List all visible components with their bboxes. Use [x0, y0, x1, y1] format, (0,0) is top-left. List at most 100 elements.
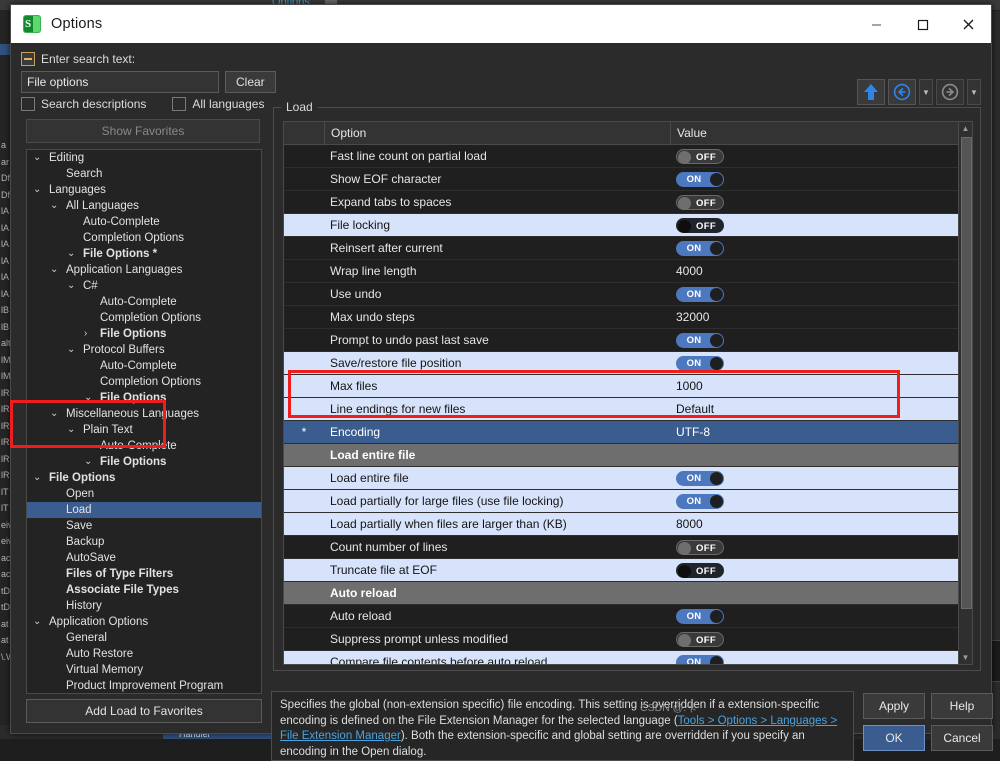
scroll-down-icon[interactable]: ▼ [959, 651, 972, 664]
chevron-down-icon[interactable]: ⌄ [33, 182, 41, 198]
option-value[interactable]: 8000 [670, 517, 972, 531]
table-row[interactable]: Show EOF character ON [284, 168, 972, 191]
ok-button[interactable]: OK [863, 725, 925, 751]
tree-item-editing[interactable]: ⌄ Editing [27, 150, 261, 166]
table-row[interactable]: Load entire file ON [284, 467, 972, 490]
chevron-down-icon[interactable]: ⌄ [67, 342, 75, 358]
table-row[interactable]: Wrap line length 4000 [284, 260, 972, 283]
chevron-down-icon[interactable]: ⌄ [84, 390, 92, 406]
table-row[interactable]: Auto reload [284, 582, 972, 605]
table-row[interactable]: Prompt to undo past last save ON [284, 329, 972, 352]
tree-item-file-options[interactable]: ⌄ File Options * [27, 246, 261, 262]
chevron-right-icon[interactable]: › [84, 326, 87, 342]
tree-item-file-options[interactable]: ⌄ File Options [27, 470, 261, 486]
options-table[interactable]: Option Value Fast line count on partial … [283, 121, 973, 665]
tree-item-completion-options[interactable]: Completion Options [27, 310, 261, 326]
table-row[interactable]: Load partially when files are larger tha… [284, 513, 972, 536]
option-value[interactable]: 1000 [670, 379, 972, 393]
tree-item-autosave[interactable]: AutoSave [27, 550, 261, 566]
tree-item-open[interactable]: Open [27, 486, 261, 502]
table-row[interactable]: Expand tabs to spaces OFF [284, 191, 972, 214]
tree-item-associate-file-types[interactable]: Associate File Types [27, 582, 261, 598]
tree-item-auto-restore[interactable]: Auto Restore [27, 646, 261, 662]
chevron-down-icon[interactable]: ⌄ [84, 454, 92, 470]
table-row[interactable]: File locking OFF [284, 214, 972, 237]
scrollbar-thumb[interactable] [961, 137, 972, 609]
option-value[interactable]: ON [670, 654, 972, 664]
forward-dropdown-chevron-down-icon[interactable]: ▼ [967, 79, 981, 105]
tree-item-file-options[interactable]: ⌄ File Options [27, 454, 261, 470]
up-arrow-icon[interactable] [857, 79, 885, 105]
table-row[interactable]: Load entire file [284, 444, 972, 467]
table-vertical-scrollbar[interactable]: ▲ ▼ [958, 122, 972, 664]
table-row[interactable]: Count number of lines OFF [284, 536, 972, 559]
minimize-icon[interactable] [853, 5, 899, 43]
tree-item-virtual-memory[interactable]: Virtual Memory [27, 662, 261, 678]
table-row[interactable]: Suppress prompt unless modified OFF [284, 628, 972, 651]
back-arrow-icon[interactable] [888, 79, 916, 105]
chevron-down-icon[interactable]: ⌄ [33, 614, 41, 630]
tree-item-general[interactable]: General [27, 630, 261, 646]
option-value[interactable]: ON [670, 286, 972, 302]
column-header-option[interactable]: Option [325, 122, 671, 144]
tree-item-history[interactable]: History [27, 598, 261, 614]
toggle-switch[interactable]: ON [676, 171, 724, 187]
close-icon[interactable] [945, 5, 991, 43]
table-row[interactable]: Reinsert after current ON [284, 237, 972, 260]
options-tree[interactable]: ⌄ Editing Search ⌄ Languages ⌄ All Languages Au… [26, 149, 262, 694]
collapse-icon[interactable] [21, 52, 35, 66]
tree-item-save[interactable]: Save [27, 518, 261, 534]
help-button[interactable]: Help [931, 693, 993, 719]
tree-item-auto-complete[interactable]: Auto-Complete [27, 358, 261, 374]
tree-item-protocol-buffers[interactable]: ⌄ Protocol Buffers [27, 342, 261, 358]
column-header-value[interactable]: Value [671, 122, 972, 144]
tree-item-product-improvement-program[interactable]: Product Improvement Program [27, 678, 261, 693]
toggle-switch[interactable]: ON [676, 608, 724, 624]
toggle-switch[interactable]: ON [676, 470, 724, 486]
option-value[interactable]: ON [670, 332, 972, 348]
search-input[interactable] [21, 71, 219, 93]
option-value[interactable]: 32000 [670, 310, 972, 324]
tree-item-application-options[interactable]: ⌄ Application Options [27, 614, 261, 630]
tree-item-miscellaneous-languages[interactable]: ⌄ Miscellaneous Languages [27, 406, 261, 422]
table-row[interactable]: * Encoding UTF-8 [284, 421, 972, 444]
option-value[interactable]: ON [670, 355, 972, 371]
all-languages-checkbox[interactable] [172, 97, 187, 111]
option-value[interactable]: ON [670, 240, 972, 256]
option-value[interactable]: OFF [670, 631, 972, 647]
option-value[interactable]: Default [670, 402, 972, 416]
table-row[interactable]: Max undo steps 32000 [284, 306, 972, 329]
chevron-down-icon[interactable]: ⌄ [33, 470, 41, 486]
chevron-down-icon[interactable]: ⌄ [50, 262, 58, 278]
forward-arrow-icon[interactable] [936, 79, 964, 105]
table-row[interactable]: Fast line count on partial load OFF [284, 145, 972, 168]
toggle-switch[interactable]: ON [676, 332, 724, 348]
toggle-switch[interactable]: ON [676, 654, 724, 664]
search-descriptions-checkbox[interactable] [21, 97, 35, 111]
cancel-button[interactable]: Cancel [931, 725, 993, 751]
option-value[interactable]: ON [670, 171, 972, 187]
option-value[interactable]: ON [670, 493, 972, 509]
chevron-down-icon[interactable]: ⌄ [50, 406, 58, 422]
chevron-down-icon[interactable]: ⌄ [67, 422, 75, 438]
toggle-switch[interactable]: OFF [676, 631, 724, 647]
option-value[interactable]: ON [670, 608, 972, 624]
tree-item-file-options[interactable]: ⌄ File Options [27, 390, 261, 406]
toggle-switch[interactable]: OFF [676, 562, 724, 578]
table-row[interactable]: Line endings for new files Default [284, 398, 972, 421]
tree-item-completion-options[interactable]: Completion Options [27, 374, 261, 390]
apply-button[interactable]: Apply [863, 693, 925, 719]
tree-item-load[interactable]: Load [27, 502, 261, 518]
tree-item-application-languages[interactable]: ⌄ Application Languages [27, 262, 261, 278]
chevron-down-icon[interactable]: ⌄ [50, 198, 58, 214]
tree-item-languages[interactable]: ⌄ Languages [27, 182, 261, 198]
maximize-icon[interactable] [899, 5, 945, 43]
toggle-switch[interactable]: OFF [676, 217, 724, 233]
chevron-down-icon[interactable]: ⌄ [67, 278, 75, 294]
tree-item-file-options[interactable]: › File Options [27, 326, 261, 342]
option-value[interactable]: OFF [670, 194, 972, 210]
tree-item-backup[interactable]: Backup [27, 534, 261, 550]
tree-item-plain-text[interactable]: ⌄ Plain Text [27, 422, 261, 438]
table-row[interactable]: Truncate file at EOF OFF [284, 559, 972, 582]
tree-item-auto-complete[interactable]: Auto-Complete [27, 294, 261, 310]
